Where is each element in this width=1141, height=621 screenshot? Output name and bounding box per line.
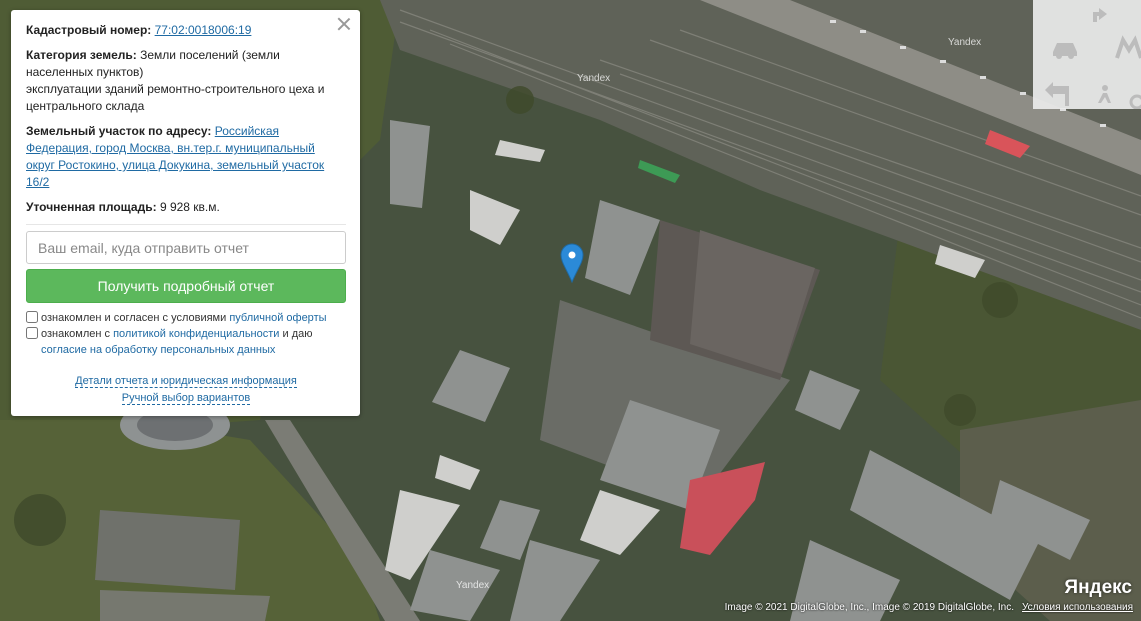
offer-link[interactable]: публичной оферты — [229, 312, 326, 324]
attribution-text: Image © 2021 DigitalGlobe, Inc., Image ©… — [724, 602, 1014, 613]
plot-address: Земельный участок по адресу: Российская … — [26, 124, 325, 189]
email-field[interactable] — [26, 231, 346, 264]
cadastral-number: Кадастровый номер: 77:02:0018006:19 — [26, 23, 252, 37]
consent-link[interactable]: согласие на обработку персональных данны… — [41, 344, 275, 356]
map-watermark: Yandex — [456, 580, 490, 591]
yandex-logo: Яндекс — [1064, 577, 1132, 598]
manual-select-link[interactable]: Ручной выбор вариантов — [121, 392, 251, 405]
map-attribution: Image © 2021 DigitalGlobe, Inc., Image ©… — [725, 602, 1133, 613]
divider — [26, 224, 346, 225]
map-watermark: Yandex — [948, 37, 982, 48]
cadastral-link[interactable]: 77:02:0018006:19 — [155, 23, 252, 37]
get-report-button[interactable]: Получить подробный отчет — [26, 269, 346, 303]
offer-agreement: ознакомлен и согласен с условиями публич… — [26, 310, 346, 326]
land-usage: эксплуатации зданий ремонтно-строительно… — [26, 82, 325, 113]
offer-checkbox[interactable] — [26, 311, 38, 323]
turn-left-icon[interactable] — [1045, 82, 1069, 106]
report-details-link[interactable]: Детали отчета и юридическая информация — [75, 375, 297, 388]
pedestrian-icon[interactable] — [1098, 85, 1111, 103]
panel-footer: Детали отчета и юридическая информация Р… — [26, 373, 346, 407]
land-category: Категория земель: Земли поселений (земли… — [26, 48, 325, 113]
metro-icon[interactable] — [1115, 35, 1141, 59]
settings-icon[interactable] — [1129, 94, 1141, 110]
terms-link[interactable]: Условия использования — [1022, 602, 1133, 613]
car-icon[interactable] — [1053, 43, 1077, 59]
turn-right-icon[interactable] — [1093, 8, 1107, 22]
privacy-checkbox[interactable] — [26, 327, 38, 339]
plot-area: Уточненная площадь: 9 928 кв.м. — [26, 200, 220, 214]
privacy-link[interactable]: политикой конфиденциальности — [113, 328, 279, 340]
plot-info-panel: Кадастровый номер: 77:02:0018006:19 Кате… — [11, 10, 360, 416]
close-icon[interactable] — [336, 16, 352, 32]
privacy-agreement: ознакомлен с политикой конфиденциальност… — [26, 326, 346, 358]
map-watermark: Yandex — [577, 73, 611, 84]
traffic-control-panel — [1033, 0, 1141, 110]
